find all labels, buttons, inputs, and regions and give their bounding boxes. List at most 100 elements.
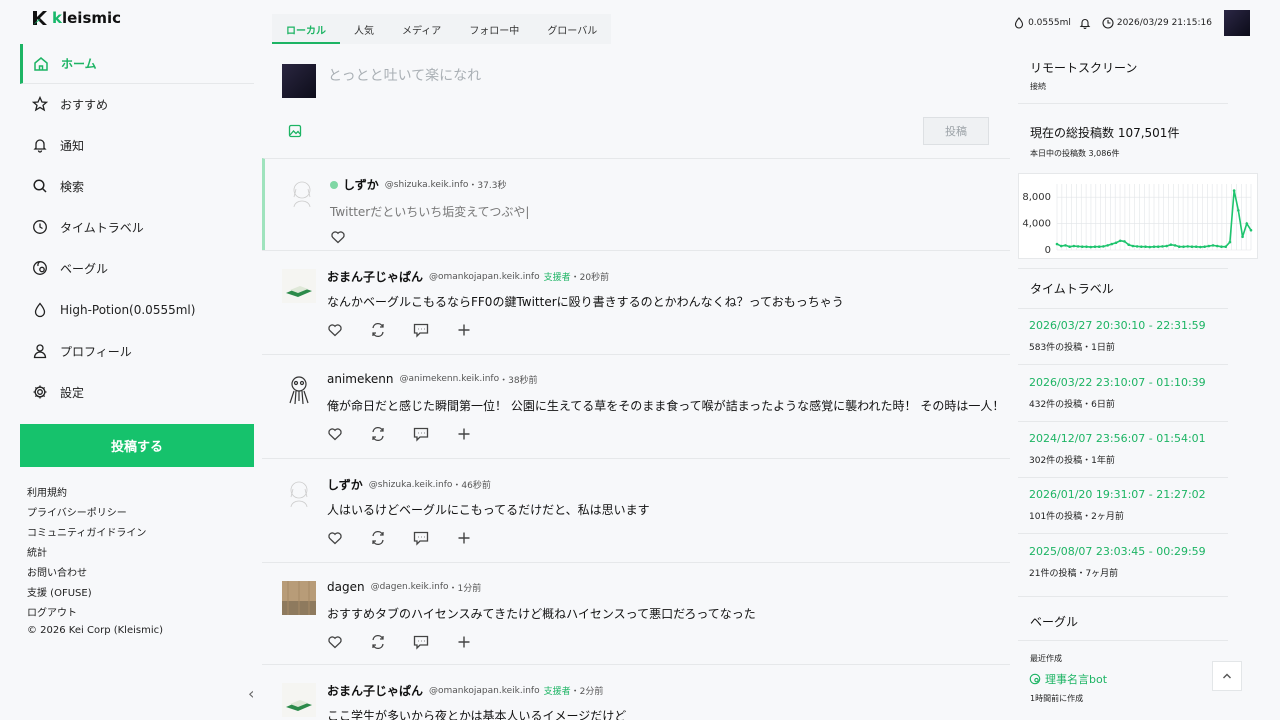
quote-icon xyxy=(413,427,429,442)
beagle-item[interactable]: 理事名言bot xyxy=(1029,671,1107,687)
nav-recommended-label: おすすめ xyxy=(60,97,109,112)
chart-point xyxy=(1220,245,1223,248)
status-bar: 0.0555ml 2026/03/29 21:15:16 xyxy=(1006,10,1250,36)
footer-terms-link[interactable]: 利用規約 xyxy=(27,484,67,499)
quote-button[interactable] xyxy=(413,633,456,651)
post-text: なんかベーグルこもるならFF0の鍵Twitterに殴り書きするのとかわんなくね？… xyxy=(327,295,844,309)
tab-media[interactable]: メディア xyxy=(388,14,455,44)
time-travel-info: 583件の投稿・1日前 xyxy=(1029,343,1115,353)
compose-avatar xyxy=(282,64,316,98)
nav-profile-label: プロフィール xyxy=(60,344,132,359)
repost-button[interactable] xyxy=(370,633,413,651)
tab-global[interactable]: グローバル xyxy=(533,14,611,44)
like-button[interactable] xyxy=(327,321,370,339)
chart-point xyxy=(1182,245,1185,248)
nav-notifications-label: 通知 xyxy=(60,138,85,153)
like-button[interactable] xyxy=(327,633,370,651)
post-handle[interactable]: @omankojapan.keik.info xyxy=(429,272,540,282)
image-icon[interactable] xyxy=(288,124,302,138)
submit-post-button[interactable]: 投稿 xyxy=(923,117,989,145)
like-button[interactable] xyxy=(330,228,373,246)
post-handle[interactable]: @shizuka.keik.info xyxy=(369,480,453,490)
more-button[interactable] xyxy=(456,425,499,443)
total-posts: 現在の総投稿数 107,501件 xyxy=(1030,126,1180,140)
post-author[interactable]: animekenn xyxy=(327,372,393,386)
time-travel-range[interactable]: 2026/01/20 19:31:07 - 21:27:02 xyxy=(1029,488,1206,501)
chart-point xyxy=(1245,222,1249,225)
time-travel-range[interactable]: 2025/08/07 23:03:45 - 00:29:59 xyxy=(1029,545,1206,558)
chart-point xyxy=(1224,245,1227,248)
nav-recommended[interactable]: おすすめ xyxy=(20,85,254,123)
chart-point xyxy=(1207,244,1211,248)
nav-home-label: ホーム xyxy=(61,57,97,71)
time-travel-range[interactable]: 2024/12/07 23:56:07 - 01:54:01 xyxy=(1029,432,1206,445)
nav-time-travel[interactable]: タイムトラベル xyxy=(20,208,254,246)
repost-button[interactable] xyxy=(370,529,413,547)
post-item[interactable]: しずか @shizuka.keik.info ・46秒前 人はいるけどベーグルに… xyxy=(262,458,1010,562)
post-handle[interactable]: @dagen.keik.info xyxy=(371,582,449,592)
compose-input[interactable] xyxy=(328,64,988,86)
scroll-top-button[interactable] xyxy=(1212,661,1242,691)
post-author[interactable]: しずか xyxy=(327,476,363,493)
more-button[interactable] xyxy=(456,633,499,651)
supporter-badge: 支援者 xyxy=(543,687,571,697)
more-button[interactable] xyxy=(456,321,499,339)
nav-settings[interactable]: 設定 xyxy=(20,373,254,411)
tab-following[interactable]: フォロー中 xyxy=(455,14,533,44)
nav-beagle-label: ベーグル xyxy=(60,261,109,276)
home-icon xyxy=(34,56,48,71)
nav-search[interactable]: 検索 xyxy=(20,167,254,205)
quote-button[interactable] xyxy=(413,425,456,443)
post-handle[interactable]: @shizuka.keik.info xyxy=(385,180,469,190)
post-item[interactable]: dagen @dagen.keik.info ・1分前 おすすめタブのハイセンス… xyxy=(262,562,1010,664)
logo[interactable]: k leismic xyxy=(32,9,121,27)
like-button[interactable] xyxy=(327,425,370,443)
post-button[interactable]: 投稿する xyxy=(20,424,254,467)
tab-local[interactable]: ローカル xyxy=(272,14,340,44)
nav-profile[interactable]: プロフィール xyxy=(20,332,254,370)
post-activity-chart: 8,000 4,000 0 xyxy=(1018,173,1258,259)
chart-point xyxy=(1064,244,1067,247)
nav-potion[interactable]: High-Potion(0.0555ml) xyxy=(20,291,254,329)
avatar xyxy=(290,481,308,508)
footer-support-link[interactable]: 支援 (OFUSE) xyxy=(27,584,92,599)
quote-button[interactable] xyxy=(413,529,456,547)
post-item[interactable]: おまん子じゃぱん @omankojapan.keik.info 支援者 ・2分前… xyxy=(262,664,1010,720)
footer-stats-link[interactable]: 統計 xyxy=(27,544,47,559)
repost-button[interactable] xyxy=(370,321,413,339)
post-author[interactable]: おまん子じゃぱん xyxy=(327,682,423,699)
post-author[interactable]: dagen xyxy=(327,580,365,594)
right-panel: 0.0555ml 2026/03/29 21:15:16 リモートスクリーン 接… xyxy=(1015,0,1260,720)
post-time: ・1分前 xyxy=(448,583,482,594)
nav-home[interactable]: ホーム xyxy=(20,44,254,84)
post-handle[interactable]: @animekenn.keik.info xyxy=(399,374,499,384)
post-item[interactable]: しずか @shizuka.keik.info ・37.3秒 Twitterだとい… xyxy=(262,158,1010,250)
time-travel-range[interactable]: 2026/03/27 20:30:10 - 22:31:59 xyxy=(1029,319,1206,332)
remote-screen-status[interactable]: 接続 xyxy=(1030,81,1046,92)
tab-popular[interactable]: 人気 xyxy=(340,14,388,44)
more-button[interactable] xyxy=(456,529,499,547)
user-avatar[interactable] xyxy=(1224,10,1250,36)
post-author[interactable]: おまん子じゃぱん xyxy=(327,268,423,285)
repost-button[interactable] xyxy=(370,425,413,443)
heart-icon xyxy=(328,636,342,649)
footer-privacy-link[interactable]: プライバシーポリシー xyxy=(27,504,127,519)
quote-button[interactable] xyxy=(413,321,456,339)
post-item[interactable]: おまん子じゃぱん @omankojapan.keik.info 支援者 ・20秒… xyxy=(262,250,1010,354)
beagle-item-name: 理事名言bot xyxy=(1045,673,1108,686)
nav-notifications[interactable]: 通知 xyxy=(20,126,254,164)
post-item[interactable]: animekenn @animekenn.keik.info ・38秒前 俺が命… xyxy=(262,354,1010,458)
bell-icon[interactable] xyxy=(1079,17,1091,29)
post-handle[interactable]: @omankojapan.keik.info xyxy=(429,686,540,696)
repost-icon xyxy=(372,530,384,546)
post-author[interactable]: しずか xyxy=(343,176,379,193)
footer-guidelines-link[interactable]: コミュニティガイドライン xyxy=(27,524,146,539)
post-meta: おまん子じゃぱん @omankojapan.keik.info 支援者 ・2分前 xyxy=(327,682,603,699)
like-button[interactable] xyxy=(327,529,370,547)
chart-point xyxy=(1152,245,1156,248)
time-travel-range[interactable]: 2026/03/22 23:10:07 - 01:10:39 xyxy=(1029,376,1206,389)
footer-contact-link[interactable]: お問い合わせ xyxy=(27,564,87,579)
chevron-left-icon[interactable]: ‹ xyxy=(248,684,254,703)
nav-beagle[interactable]: ベーグル xyxy=(20,249,254,287)
footer-logout-link[interactable]: ログアウト xyxy=(27,604,77,619)
